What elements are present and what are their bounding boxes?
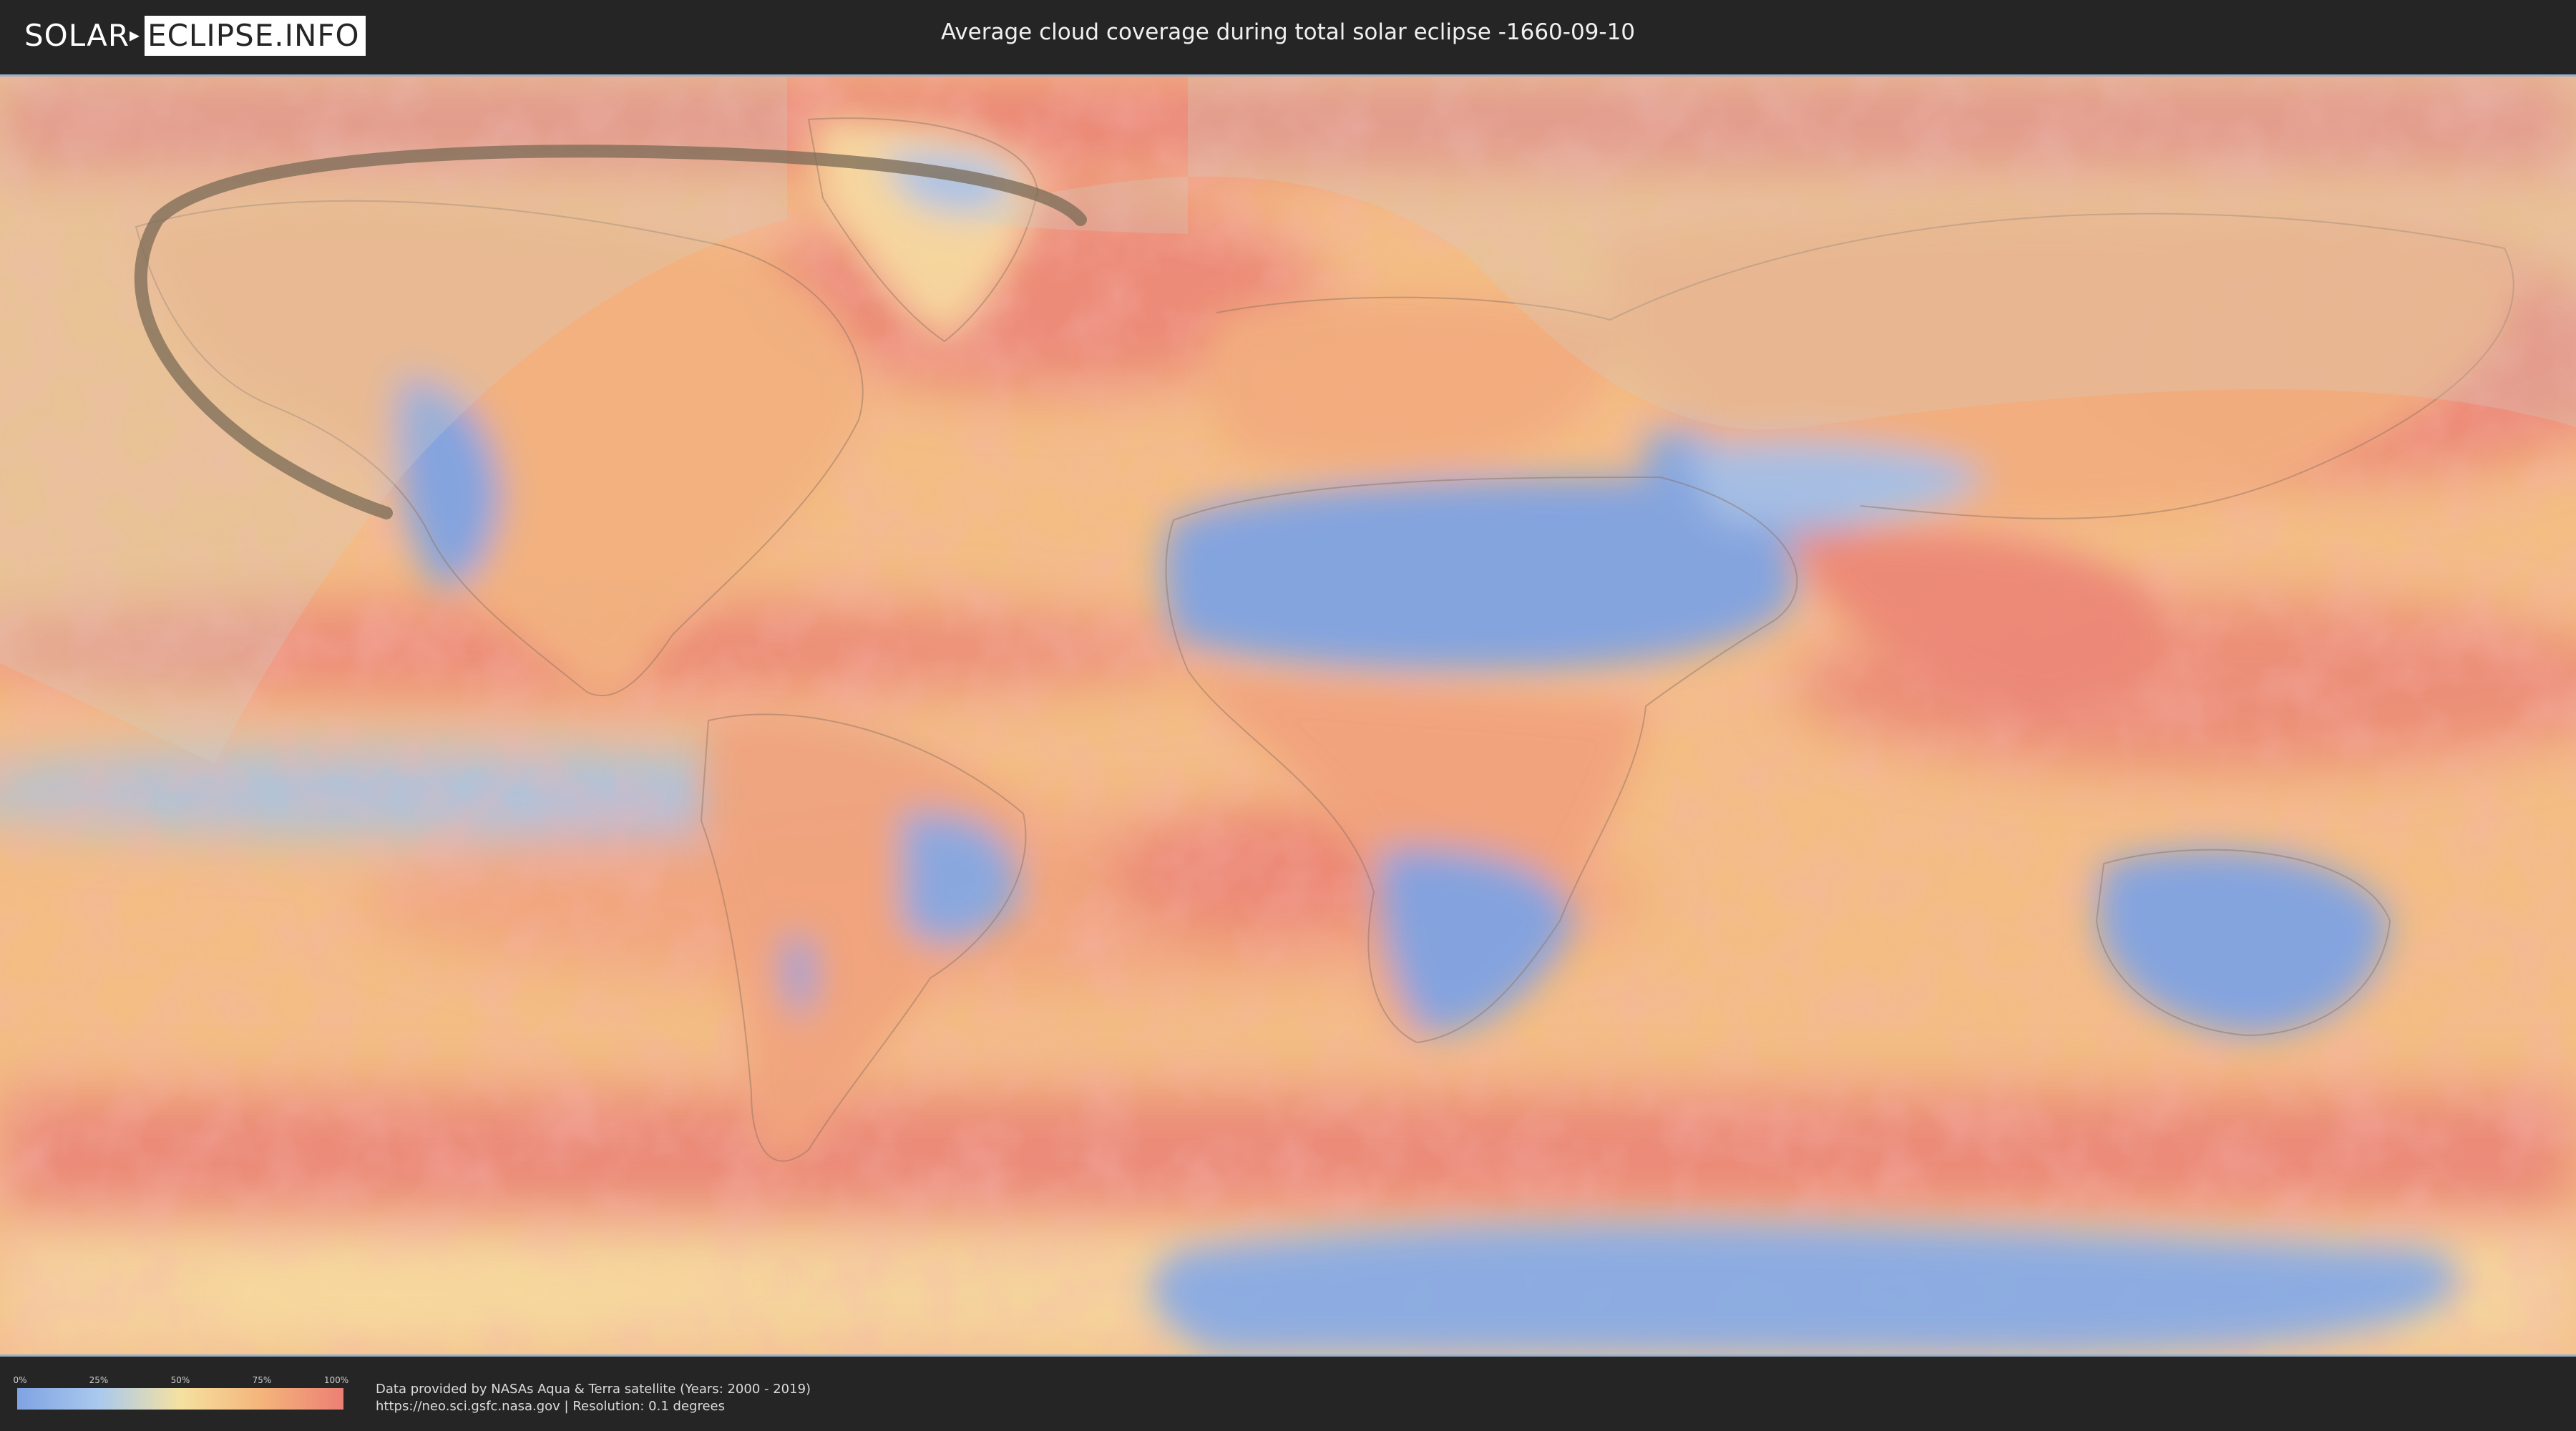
legend-tick-75: 75% <box>252 1375 272 1385</box>
legend-ticks: 0% 25% 50% 75% 100% <box>13 1375 348 1388</box>
page-title: Average cloud coverage during total sola… <box>940 19 1636 45</box>
cloud-coverage-map[interactable] <box>0 74 2576 1357</box>
world-map-svg <box>0 77 2576 1354</box>
cloud-coverage-legend: 0% 25% 50% 75% 100% <box>13 1375 348 1410</box>
data-credits: Data provided by NASAs Aqua & Terra sate… <box>376 1381 811 1415</box>
credits-line-url[interactable]: https://neo.sci.gsfc.nasa.gov | Resoluti… <box>376 1398 811 1415</box>
credits-line-source: Data provided by NASAs Aqua & Terra sate… <box>376 1382 811 1397</box>
legend-tick-25: 25% <box>89 1375 109 1385</box>
legend-color-bar <box>17 1388 343 1410</box>
footer-bar: 0% 25% 50% 75% 100% Data provided by NAS… <box>0 1357 2576 1431</box>
header-bar: SOLAR ▸ ECLIPSE.INFO Average cloud cover… <box>0 0 2576 72</box>
legend-tick-0: 0% <box>13 1375 27 1385</box>
legend-tick-50: 50% <box>170 1375 190 1385</box>
legend-tick-100: 100% <box>323 1375 349 1385</box>
